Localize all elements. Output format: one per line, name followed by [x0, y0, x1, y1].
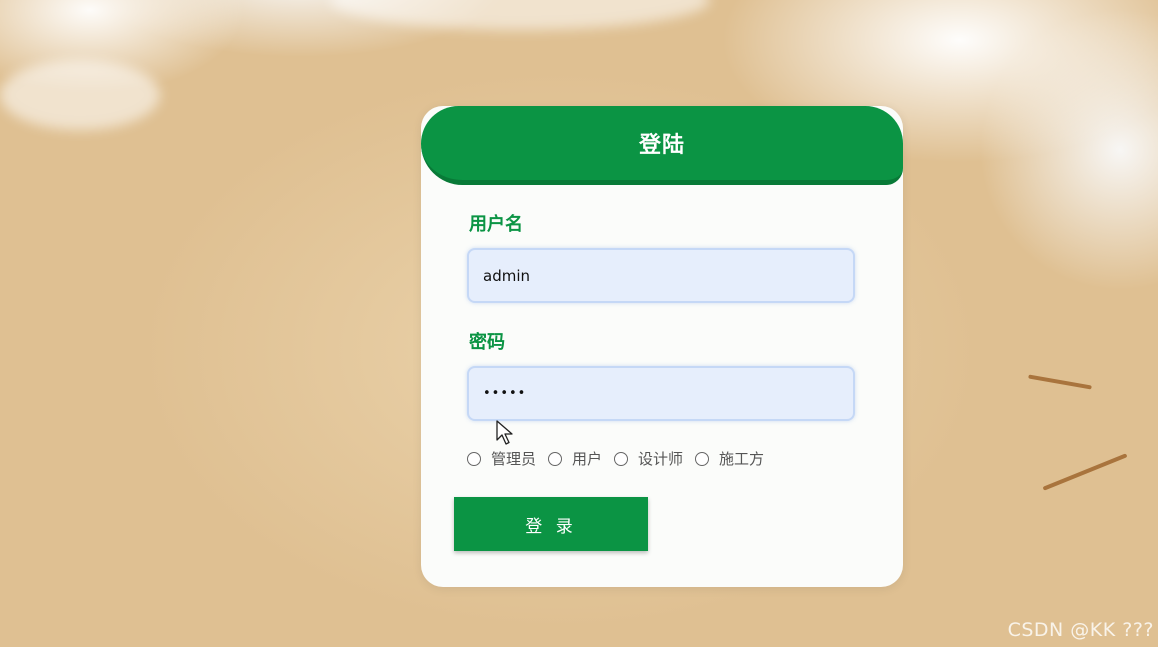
role-label: 管理员 — [491, 450, 537, 468]
username-input[interactable] — [467, 248, 855, 303]
radio-icon[interactable] — [614, 451, 629, 466]
login-title: 登陆 — [638, 133, 685, 158]
foam-shape — [0, 60, 160, 130]
role-label: 设计师 — [638, 450, 684, 468]
login-header: 登陆 — [421, 106, 903, 185]
username-label: 用户名 — [469, 214, 523, 235]
foam-shape — [330, 0, 710, 30]
role-option-user[interactable]: 用户 — [548, 448, 602, 469]
role-radio-group: 管理员 用户 设计师 施工方 — [467, 448, 776, 469]
role-label: 用户 — [572, 450, 603, 468]
role-label: 施工方 — [719, 450, 765, 468]
login-button[interactable]: 登 录 — [454, 497, 648, 551]
role-option-contractor[interactable]: 施工方 — [695, 448, 764, 469]
twig-shape — [1042, 453, 1128, 491]
role-option-admin[interactable]: 管理员 — [467, 448, 536, 469]
radio-icon[interactable] — [467, 451, 481, 466]
radio-icon[interactable] — [548, 451, 563, 466]
watermark-text: CSDN @KK ??? — [1007, 619, 1154, 641]
twig-shape — [1028, 374, 1092, 390]
radio-icon[interactable] — [695, 451, 710, 466]
password-input[interactable]: ••••• — [467, 366, 855, 421]
login-card: 登陆 用户名 密码 ••••• 管理员 用户 设计师 施工方 登 录 — [421, 106, 903, 587]
role-option-designer[interactable]: 设计师 — [614, 448, 683, 469]
password-label: 密码 — [469, 332, 505, 353]
mouse-cursor-icon — [496, 420, 513, 445]
